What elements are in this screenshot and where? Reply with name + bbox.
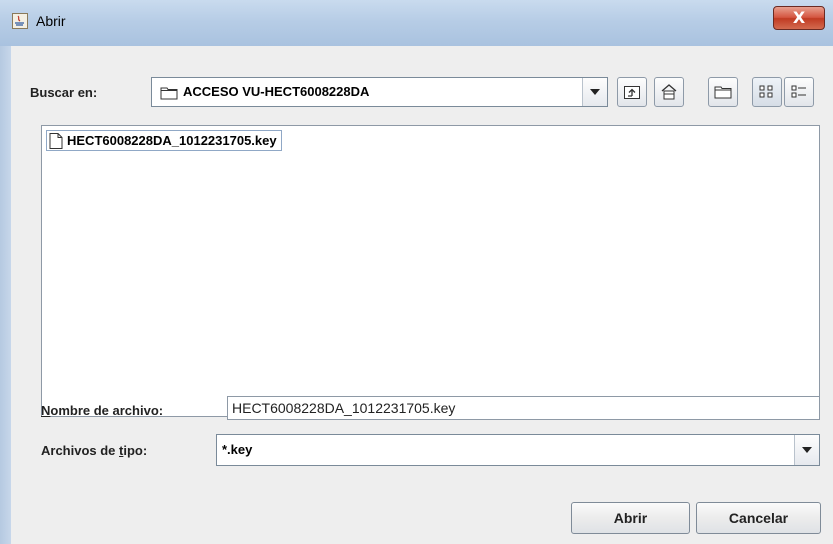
- java-app-icon: [12, 13, 28, 29]
- dialog-body: Buscar en: ACCESO VU-HECT6008228DA HECT6…: [11, 46, 833, 544]
- open-button[interactable]: Abrir: [571, 502, 690, 534]
- list-view-button[interactable]: [752, 77, 782, 107]
- new-folder-button[interactable]: [708, 77, 738, 107]
- new-folder-icon: [714, 86, 732, 99]
- window-left-edge: [0, 46, 11, 544]
- list-view-icon: [759, 85, 773, 98]
- file-name-label: Nombre de archivo:: [41, 403, 163, 418]
- file-type-value: *.key: [222, 442, 253, 457]
- up-one-level-button[interactable]: [617, 77, 647, 107]
- file-type-label-suffix: ipo:: [123, 443, 148, 458]
- file-name-input[interactable]: HECT6008228DA_1012231705.key: [227, 396, 820, 420]
- file-list[interactable]: HECT6008228DA_1012231705.key: [41, 125, 820, 417]
- window-title: Abrir: [36, 13, 66, 29]
- home-button[interactable]: [654, 77, 684, 107]
- close-button[interactable]: X: [773, 6, 825, 30]
- file-type-label-prefix: Archivos de: [41, 443, 120, 458]
- file-icon: [49, 132, 63, 149]
- details-view-icon: [791, 85, 806, 98]
- folder-icon: [160, 87, 178, 100]
- list-item[interactable]: HECT6008228DA_1012231705.key: [46, 130, 282, 151]
- file-type-combo[interactable]: *.key: [216, 434, 820, 466]
- chevron-down-icon[interactable]: [582, 78, 607, 106]
- file-type-label: Archivos de tipo:: [41, 443, 147, 458]
- file-name-text: HECT6008228DA_1012231705.key: [67, 133, 277, 148]
- home-icon: [661, 84, 677, 100]
- details-view-button[interactable]: [784, 77, 814, 107]
- file-name-mnemonic: N: [41, 403, 51, 418]
- up-one-level-icon: [624, 86, 640, 99]
- look-in-label: Buscar en:: [30, 85, 98, 100]
- title-bar: Abrir X: [0, 0, 833, 47]
- look-in-combo[interactable]: ACCESO VU-HECT6008228DA: [151, 77, 608, 107]
- look-in-value: ACCESO VU-HECT6008228DA: [183, 84, 370, 99]
- chevron-down-icon[interactable]: [794, 435, 819, 465]
- file-name-label-rest: ombre de archivo:: [50, 403, 164, 418]
- cancel-button[interactable]: Cancelar: [696, 502, 821, 534]
